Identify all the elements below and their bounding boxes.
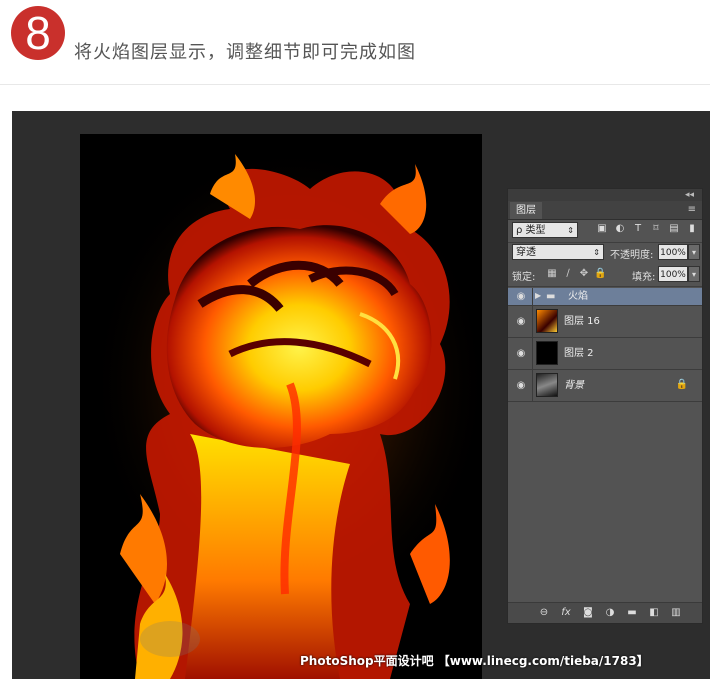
- blend-mode-value: 穿透: [516, 247, 536, 258]
- eye-column-divider: [532, 370, 533, 401]
- new-layer-icon[interactable]: ◧: [648, 607, 660, 619]
- fill-dropdown-icon[interactable]: ▾: [688, 266, 700, 282]
- eye-icon[interactable]: ◉: [514, 380, 528, 392]
- fill-input[interactable]: 100%: [658, 266, 688, 282]
- watermark-text: PhotoShop平面设计吧 【www.linecg.com/tieba/178…: [300, 654, 649, 668]
- smart-object-filter-icon[interactable]: ▤: [668, 223, 680, 235]
- type-filter-icon[interactable]: T: [632, 223, 644, 235]
- disclosure-triangle-icon[interactable]: ▶: [535, 291, 541, 300]
- step-instruction: 将火焰图层显示，调整细节即可完成如图: [74, 42, 416, 63]
- layer-name: 背景: [564, 379, 584, 391]
- lock-label: 锁定:: [512, 272, 536, 283]
- layer-row[interactable]: ◉ 图层 16: [508, 306, 702, 338]
- layer-row-background[interactable]: ◉ 背景 🔒: [508, 370, 702, 402]
- divider: [0, 84, 710, 85]
- lock-row: 锁定: ▦ ∕ ✥ 🔒 填充: 100% ▾: [512, 266, 700, 284]
- lock-move-icon[interactable]: ✥: [578, 268, 590, 280]
- layer-name: 图层 2: [564, 347, 594, 359]
- step-number-badge: 8: [11, 6, 65, 60]
- adjustment-filter-icon[interactable]: ◐: [614, 223, 626, 235]
- divider: [508, 286, 702, 287]
- fill-label: 填充:: [632, 272, 656, 283]
- add-mask-icon[interactable]: ◙: [582, 607, 594, 619]
- eye-icon[interactable]: ◉: [514, 348, 528, 360]
- divider: [508, 242, 702, 243]
- chevron-updown-icon: ⇕: [567, 226, 574, 235]
- lock-brush-icon[interactable]: ∕: [562, 268, 574, 280]
- layer-filter-row: ρ 类型 ⇕ ▣ ◐ T ⌑ ▤ ▮: [512, 222, 698, 240]
- opacity-dropdown-icon[interactable]: ▾: [688, 244, 700, 260]
- trash-icon[interactable]: ▥: [670, 607, 682, 619]
- adjustment-layer-icon[interactable]: ◑: [604, 607, 616, 619]
- new-group-icon[interactable]: ▬: [626, 607, 638, 619]
- pixel-filter-icon[interactable]: ▣: [596, 223, 608, 235]
- eye-column-divider: [532, 306, 533, 337]
- folder-icon: ▬: [546, 291, 556, 302]
- opacity-label: 不透明度:: [610, 250, 654, 261]
- layers-panel: ◂◂ 图层 ≡ ρ 类型 ⇕ ▣ ◐ T ⌑ ▤ ▮ 穿透 ⇕ 不透明度: 10…: [507, 188, 703, 624]
- panel-tab-row: 图层 ≡: [508, 201, 702, 220]
- layer-thumbnail: [536, 341, 558, 365]
- layer-row-group[interactable]: ◉ ▶ ▬ 火焰: [508, 288, 702, 306]
- eye-icon[interactable]: ◉: [514, 316, 528, 328]
- document-canvas[interactable]: [80, 134, 482, 679]
- opacity-input[interactable]: 100%: [658, 244, 688, 260]
- panel-bottom-toolbar: ⊖ fx ◙ ◑ ▬ ◧ ▥: [508, 602, 702, 623]
- blend-row: 穿透 ⇕ 不透明度: 100% ▾: [512, 244, 700, 262]
- layer-name: 图层 16: [564, 315, 600, 327]
- filter-toggle-icon[interactable]: ▮: [686, 223, 698, 235]
- panel-menu-icon[interactable]: ≡: [688, 204, 696, 215]
- layer-thumbnail: [536, 309, 558, 333]
- lock-icon: 🔒: [675, 379, 688, 390]
- filter-type-select[interactable]: ρ 类型 ⇕: [512, 222, 578, 238]
- eye-column-divider: [532, 288, 533, 305]
- fx-icon[interactable]: fx: [560, 607, 572, 619]
- layers-list: ◉ ▶ ▬ 火焰 ◉ 图层 16 ◉ 图层 2 ◉ 背景 🔒: [508, 288, 702, 402]
- layer-row[interactable]: ◉ 图层 2: [508, 338, 702, 370]
- lock-transparent-icon[interactable]: ▦: [546, 268, 558, 280]
- double-chevron-icon[interactable]: ◂◂: [685, 189, 694, 201]
- layer-thumbnail: [536, 373, 558, 397]
- shape-filter-icon[interactable]: ⌑: [650, 223, 662, 235]
- link-layers-icon[interactable]: ⊖: [538, 607, 550, 619]
- tab-layers[interactable]: 图层: [510, 202, 542, 219]
- chevron-updown-icon: ⇕: [593, 248, 600, 257]
- eye-column-divider: [532, 338, 533, 369]
- filter-type-label: ρ 类型: [516, 225, 546, 236]
- lock-all-icon[interactable]: 🔒: [594, 268, 606, 280]
- panel-title-bar: ◂◂: [508, 189, 702, 201]
- flaming-fist-image: [80, 134, 482, 679]
- layer-name: 火焰: [568, 290, 588, 302]
- eye-icon[interactable]: ◉: [514, 291, 528, 303]
- blend-mode-select[interactable]: 穿透 ⇕: [512, 244, 604, 260]
